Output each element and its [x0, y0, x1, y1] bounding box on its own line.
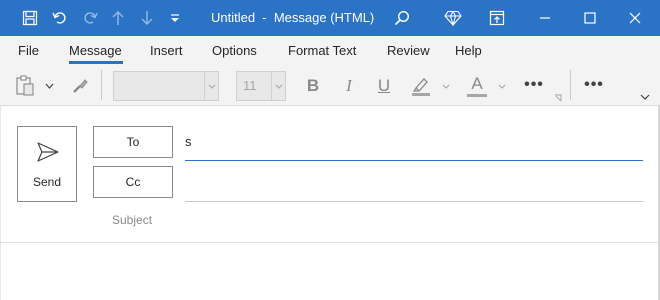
close-icon[interactable]: [620, 0, 650, 36]
save-icon[interactable]: [18, 0, 42, 36]
ribbon-separator: [570, 70, 571, 100]
highlight-icon[interactable]: [408, 73, 434, 99]
send-label: Send: [32, 175, 62, 189]
menu-insert[interactable]: Insert: [150, 36, 183, 66]
diamond-icon[interactable]: [441, 0, 465, 36]
menu-review[interactable]: Review: [387, 36, 430, 66]
arrow-up-icon[interactable]: [107, 0, 129, 36]
search-icon[interactable]: [390, 0, 414, 36]
italic-button[interactable]: I: [338, 74, 360, 98]
ribbon: 11 B I U A ••• •••: [0, 66, 660, 106]
font-color-letter: A: [471, 73, 483, 93]
redo-icon[interactable]: [78, 0, 102, 36]
menu-options[interactable]: Options: [212, 36, 257, 66]
cc-button[interactable]: Cc: [93, 166, 173, 198]
window-title: Untitled - Message (HTML): [211, 10, 375, 25]
highlight-dropdown-icon[interactable]: [440, 78, 452, 94]
minimize-icon[interactable]: [530, 0, 560, 36]
send-icon: [36, 141, 60, 168]
undo-icon[interactable]: [48, 0, 72, 36]
font-name-combobox[interactable]: [113, 71, 219, 101]
more-formatting-button[interactable]: •••: [520, 74, 548, 96]
subject-field[interactable]: [185, 208, 643, 236]
paste-dropdown-icon[interactable]: [42, 78, 56, 94]
underline-button[interactable]: U: [373, 74, 395, 98]
ribbon-collapse-icon[interactable]: [638, 92, 652, 102]
ribbon-display-icon[interactable]: [485, 0, 509, 36]
font-color-swatch: [467, 93, 487, 97]
customize-dropdown-icon[interactable]: [166, 0, 184, 36]
font-color-button[interactable]: A: [464, 71, 490, 99]
cc-field[interactable]: [185, 168, 643, 196]
menu-format-text[interactable]: Format Text: [288, 36, 356, 66]
format-painter-icon[interactable]: [68, 74, 92, 98]
font-size-value: 11: [243, 78, 257, 93]
more-options-button[interactable]: •••: [580, 74, 608, 96]
window-left-edge: [0, 106, 1, 300]
bold-button[interactable]: B: [302, 74, 324, 98]
menu-file[interactable]: File: [18, 36, 39, 66]
active-tab-indicator: [69, 61, 123, 64]
to-button[interactable]: To: [93, 126, 173, 158]
subject-label: Subject: [112, 213, 153, 227]
ribbon-separator: [101, 70, 102, 100]
title-bar: Untitled - Message (HTML): [0, 0, 660, 36]
send-button[interactable]: Send: [17, 126, 77, 202]
maximize-icon[interactable]: [575, 0, 605, 36]
chevron-down-icon[interactable]: [204, 72, 218, 100]
chevron-down-icon[interactable]: [271, 72, 285, 100]
menu-help[interactable]: Help: [455, 36, 482, 66]
font-color-dropdown-icon[interactable]: [496, 78, 508, 94]
cc-field-underline: [185, 201, 643, 202]
to-field-underline: [185, 160, 643, 161]
body-divider: [0, 242, 660, 243]
paste-icon[interactable]: [12, 74, 38, 98]
dialog-launcher-icon[interactable]: [553, 93, 563, 103]
arrow-down-icon[interactable]: [136, 0, 158, 36]
font-size-combobox[interactable]: 11: [236, 71, 286, 101]
to-field[interactable]: s: [185, 128, 643, 156]
